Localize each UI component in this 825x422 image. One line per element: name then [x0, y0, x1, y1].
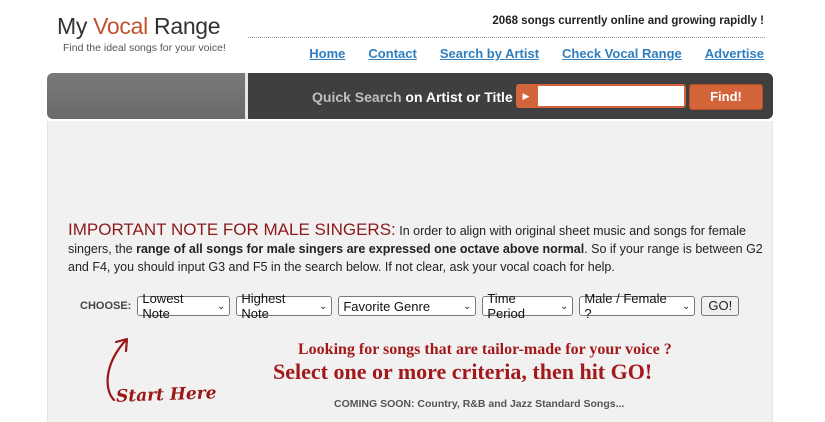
site-logo[interactable]: My Vocal Range — [57, 13, 221, 40]
highest-note-select-value: Highest Note — [241, 291, 286, 321]
nav-home-link[interactable]: Home — [309, 46, 345, 61]
favorite-genre-select-value: Favorite Genre — [343, 298, 431, 314]
logo-text-range: Range — [147, 13, 221, 39]
chevron-down-icon: ⌄ — [318, 300, 328, 312]
top-nav: Home Contact Search by Artist Check Voca… — [309, 46, 764, 61]
start-here-label: Start Here — [115, 383, 217, 407]
male-singers-note: IMPORTANT NOTE FOR MALE SINGERS: In orde… — [68, 221, 768, 276]
lowest-note-select[interactable]: Lowest Note ⌄ — [137, 291, 231, 321]
nav-contact-link[interactable]: Contact — [368, 46, 416, 61]
quick-search-bar: Quick Search on Artist or Title ▶ Find! — [47, 73, 773, 119]
find-button[interactable]: Find! — [689, 84, 763, 110]
nav-advertise-link[interactable]: Advertise — [705, 46, 764, 61]
filter-row: CHOOSE: Lowest Note ⌄ Highest Note ⌄ Favor… — [80, 291, 740, 321]
chevron-down-icon: ⌄ — [559, 300, 569, 312]
chevron-down-icon: ⌄ — [681, 300, 691, 312]
time-period-select[interactable]: Time Period ⌄ — [482, 291, 574, 321]
nav-check-vocal-range-link[interactable]: Check Vocal Range — [562, 46, 682, 61]
note-heading: IMPORTANT NOTE FOR MALE SINGERS: — [68, 220, 396, 239]
logo-text-my: My — [57, 13, 94, 39]
highest-note-select[interactable]: Highest Note ⌄ — [236, 291, 333, 321]
favorite-genre-select[interactable]: Favorite Genre ⌄ — [338, 296, 477, 316]
gender-select[interactable]: Male / Female ? ⌄ — [579, 291, 696, 321]
go-button[interactable]: GO! — [701, 296, 740, 316]
quick-search-label-bold: Quick Search — [312, 89, 402, 105]
choose-label: CHOOSE: — [80, 300, 132, 312]
nav-search-by-artist-link[interactable]: Search by Artist — [440, 46, 539, 61]
lowest-note-select-value: Lowest Note — [142, 291, 184, 321]
header-divider — [248, 37, 765, 38]
songs-count: 2068 songs currently online and growing … — [492, 15, 764, 27]
promo-line-2: Select one or more criteria, then hit GO… — [273, 359, 653, 384]
search-bar-left-block — [47, 73, 245, 119]
promo-line-1: Looking for songs that are tailor-made f… — [298, 341, 672, 358]
tagline: Find the ideal songs for your voice! — [63, 42, 226, 54]
search-arrow-icon: ▶ — [516, 84, 536, 108]
time-period-select-value: Time Period — [487, 291, 525, 321]
note-bold-text: range of all songs for male singers are … — [136, 242, 585, 256]
chevron-down-icon: ⌄ — [462, 300, 472, 312]
quick-search-label-rest: on Artist or Title — [401, 89, 513, 105]
quick-search-input[interactable] — [536, 84, 686, 108]
coming-soon-text: COMING SOON: Country, R&B and Jazz Stand… — [334, 398, 625, 410]
logo-text-vocal: Vocal — [93, 13, 148, 39]
chevron-down-icon: ⌄ — [216, 300, 226, 312]
gender-select-value: Male / Female ? — [584, 291, 667, 321]
quick-search-label: Quick Search on Artist or Title — [312, 89, 513, 105]
